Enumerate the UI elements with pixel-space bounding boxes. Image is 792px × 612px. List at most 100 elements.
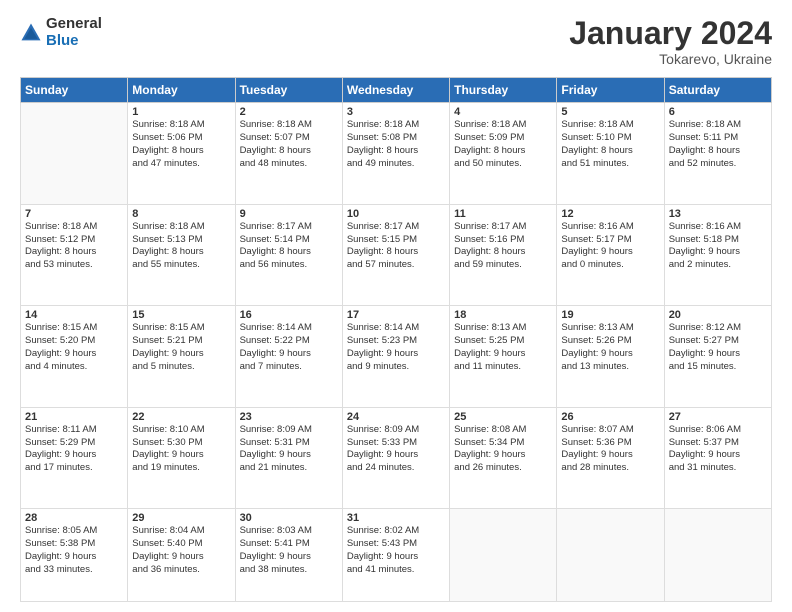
cell-info-line: and 38 minutes.: [240, 564, 338, 577]
cell-info-line: Daylight: 8 hours: [561, 145, 659, 158]
cell-info-line: Sunrise: 8:09 AM: [240, 424, 338, 437]
cell-info-line: Sunset: 5:23 PM: [347, 335, 445, 348]
cell-info-line: Sunset: 5:08 PM: [347, 132, 445, 145]
day-number: 29: [132, 512, 230, 524]
cell-info-line: and 59 minutes.: [454, 259, 552, 272]
calendar-cell: 1Sunrise: 8:18 AMSunset: 5:06 PMDaylight…: [128, 103, 235, 205]
cell-info-line: and 21 minutes.: [240, 462, 338, 475]
calendar-cell: 8Sunrise: 8:18 AMSunset: 5:13 PMDaylight…: [128, 204, 235, 306]
calendar-cell: 7Sunrise: 8:18 AMSunset: 5:12 PMDaylight…: [21, 204, 128, 306]
calendar-cell: 9Sunrise: 8:17 AMSunset: 5:14 PMDaylight…: [235, 204, 342, 306]
cell-info-line: Daylight: 9 hours: [669, 449, 767, 462]
logo-blue-text: Blue: [46, 33, 102, 50]
cell-info-line: and 15 minutes.: [669, 361, 767, 374]
day-number: 16: [240, 309, 338, 321]
cell-info-line: Sunrise: 8:08 AM: [454, 424, 552, 437]
calendar-cell: 6Sunrise: 8:18 AMSunset: 5:11 PMDaylight…: [664, 103, 771, 205]
day-number: 17: [347, 309, 445, 321]
calendar-cell: 28Sunrise: 8:05 AMSunset: 5:38 PMDayligh…: [21, 509, 128, 602]
cell-info-line: and 5 minutes.: [132, 361, 230, 374]
cell-info-line: Sunset: 5:25 PM: [454, 335, 552, 348]
cell-info-line: Sunrise: 8:09 AM: [347, 424, 445, 437]
cell-info-line: Sunset: 5:26 PM: [561, 335, 659, 348]
cell-info-line: Daylight: 9 hours: [240, 551, 338, 564]
day-number: 28: [25, 512, 123, 524]
cell-info-line: Sunrise: 8:02 AM: [347, 525, 445, 538]
cell-info-line: and 52 minutes.: [669, 158, 767, 171]
cell-info-line: Sunset: 5:10 PM: [561, 132, 659, 145]
calendar-cell: [664, 509, 771, 602]
cell-info-line: Sunset: 5:30 PM: [132, 437, 230, 450]
day-number: 19: [561, 309, 659, 321]
calendar-cell: 30Sunrise: 8:03 AMSunset: 5:41 PMDayligh…: [235, 509, 342, 602]
day-number: 10: [347, 208, 445, 220]
cell-info-line: Sunset: 5:36 PM: [561, 437, 659, 450]
cell-info-line: Sunset: 5:38 PM: [25, 538, 123, 551]
cell-info-line: Daylight: 9 hours: [240, 348, 338, 361]
cell-info-line: and 4 minutes.: [25, 361, 123, 374]
day-number: 1: [132, 106, 230, 118]
cell-info-line: Sunset: 5:07 PM: [240, 132, 338, 145]
calendar-cell: 19Sunrise: 8:13 AMSunset: 5:26 PMDayligh…: [557, 306, 664, 408]
calendar-cell: [21, 103, 128, 205]
cell-info-line: and 36 minutes.: [132, 564, 230, 577]
cell-info-line: and 2 minutes.: [669, 259, 767, 272]
logo-icon: [20, 22, 42, 44]
calendar-header-monday: Monday: [128, 78, 235, 103]
cell-info-line: Daylight: 9 hours: [561, 449, 659, 462]
cell-info-line: Daylight: 9 hours: [25, 551, 123, 564]
cell-info-line: and 9 minutes.: [347, 361, 445, 374]
calendar-cell: 17Sunrise: 8:14 AMSunset: 5:23 PMDayligh…: [342, 306, 449, 408]
cell-info-line: and 56 minutes.: [240, 259, 338, 272]
logo-general-text: General: [46, 16, 102, 33]
cell-info-line: Sunrise: 8:18 AM: [561, 119, 659, 132]
title-area: January 2024 Tokarevo, Ukraine: [569, 16, 772, 67]
cell-info-line: Daylight: 8 hours: [454, 145, 552, 158]
cell-info-line: Sunrise: 8:05 AM: [25, 525, 123, 538]
calendar-cell: 27Sunrise: 8:06 AMSunset: 5:37 PMDayligh…: [664, 407, 771, 509]
cell-info-line: Sunset: 5:43 PM: [347, 538, 445, 551]
cell-info-line: Daylight: 8 hours: [132, 246, 230, 259]
calendar-cell: 3Sunrise: 8:18 AMSunset: 5:08 PMDaylight…: [342, 103, 449, 205]
day-number: 13: [669, 208, 767, 220]
cell-info-line: Daylight: 9 hours: [240, 449, 338, 462]
cell-info-line: Daylight: 9 hours: [561, 246, 659, 259]
cell-info-line: Sunrise: 8:13 AM: [561, 322, 659, 335]
cell-info-line: Sunset: 5:29 PM: [25, 437, 123, 450]
cell-info-line: Sunrise: 8:16 AM: [561, 221, 659, 234]
cell-info-line: and 49 minutes.: [347, 158, 445, 171]
cell-info-line: Sunrise: 8:12 AM: [669, 322, 767, 335]
day-number: 11: [454, 208, 552, 220]
day-number: 25: [454, 411, 552, 423]
calendar-cell: 21Sunrise: 8:11 AMSunset: 5:29 PMDayligh…: [21, 407, 128, 509]
day-number: 6: [669, 106, 767, 118]
day-number: 8: [132, 208, 230, 220]
cell-info-line: Daylight: 8 hours: [347, 145, 445, 158]
day-number: 9: [240, 208, 338, 220]
day-number: 12: [561, 208, 659, 220]
cell-info-line: Sunset: 5:22 PM: [240, 335, 338, 348]
cell-info-line: Sunrise: 8:04 AM: [132, 525, 230, 538]
cell-info-line: Sunset: 5:20 PM: [25, 335, 123, 348]
cell-info-line: Daylight: 9 hours: [347, 551, 445, 564]
day-number: 20: [669, 309, 767, 321]
logo: General Blue: [20, 16, 102, 49]
day-number: 27: [669, 411, 767, 423]
location: Tokarevo, Ukraine: [569, 51, 772, 67]
calendar-cell: 26Sunrise: 8:07 AMSunset: 5:36 PMDayligh…: [557, 407, 664, 509]
calendar-cell: 24Sunrise: 8:09 AMSunset: 5:33 PMDayligh…: [342, 407, 449, 509]
day-number: 14: [25, 309, 123, 321]
cell-info-line: Sunset: 5:15 PM: [347, 234, 445, 247]
cell-info-line: Daylight: 8 hours: [240, 145, 338, 158]
calendar-cell: 18Sunrise: 8:13 AMSunset: 5:25 PMDayligh…: [450, 306, 557, 408]
calendar-cell: 12Sunrise: 8:16 AMSunset: 5:17 PMDayligh…: [557, 204, 664, 306]
cell-info-line: Daylight: 9 hours: [25, 449, 123, 462]
calendar-header-friday: Friday: [557, 78, 664, 103]
cell-info-line: Sunrise: 8:03 AM: [240, 525, 338, 538]
calendar-header-wednesday: Wednesday: [342, 78, 449, 103]
cell-info-line: and 48 minutes.: [240, 158, 338, 171]
cell-info-line: Sunrise: 8:10 AM: [132, 424, 230, 437]
cell-info-line: Daylight: 8 hours: [669, 145, 767, 158]
cell-info-line: Sunset: 5:37 PM: [669, 437, 767, 450]
cell-info-line: and 31 minutes.: [669, 462, 767, 475]
